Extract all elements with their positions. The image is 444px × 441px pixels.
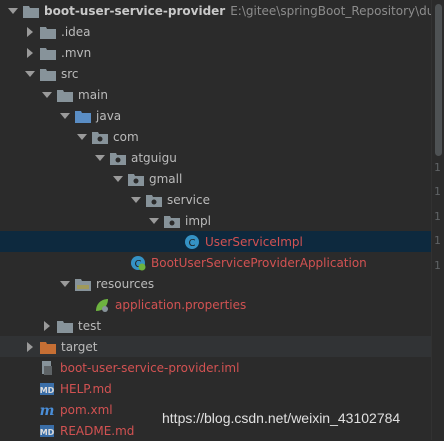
svg-text:m: m [40,403,55,418]
tree-row-user-service-impl[interactable]: C UserServiceImpl [0,231,432,252]
folder-icon [23,3,39,19]
target-folder-icon [40,339,56,355]
spring-properties-icon [94,297,110,313]
package-icon [146,192,162,208]
markdown-icon: MD [39,381,55,397]
package-icon [110,150,126,166]
project-path: E:\gitee\springBoot_Repository\dubbo [230,3,444,18]
tree-row-atguigu[interactable]: atguigu [0,147,432,168]
tree-row-service[interactable]: service [0,189,432,210]
tree-row-test[interactable]: test [0,315,432,336]
tree-label-service: service [167,192,210,207]
tree-label-impl: impl [185,213,211,228]
chevron-down-icon[interactable] [59,110,71,122]
package-icon [92,129,108,145]
chevron-down-icon[interactable] [148,215,160,227]
folder-icon [40,45,56,61]
tree-label-target: target [61,339,98,354]
tree-label-application-properties: application.properties [115,297,247,312]
tree-label-iml: boot-user-service-provider.iml [60,360,240,375]
chevron-right-icon[interactable] [24,26,36,38]
folder-icon [57,318,73,334]
scrollbar-thumb[interactable] [435,4,442,156]
chevron-down-icon[interactable] [112,173,124,185]
chevron-down-icon[interactable] [94,152,106,164]
tree-row-gmall[interactable]: gmall [0,168,432,189]
tree-label-atguigu: atguigu [131,150,177,165]
tree-row-application-properties[interactable]: application.properties [0,294,432,315]
svg-text:MD: MD [40,386,55,395]
chevron-down-icon[interactable] [7,5,19,17]
watermark: https://blog.csdn.net/weixin_43102784 [162,410,401,426]
tree-row-com[interactable]: com [0,126,432,147]
source-folder-icon [75,108,91,124]
tree-label-test: test [78,318,102,333]
tree-row-mvn[interactable]: .mvn [0,42,432,63]
tree-row-project-root[interactable]: boot-user-service-provider E:\gitee\spri… [0,0,444,21]
tree-row-help[interactable]: MD HELP.md [0,378,432,399]
tree-label-java: java [96,108,122,123]
chevron-right-icon[interactable] [24,341,36,353]
tree-label-mvn: .mvn [61,45,92,60]
chevron-down-icon[interactable] [59,278,71,290]
iml-file-icon [39,360,55,376]
tree-label-pom: pom.xml [60,402,113,417]
tree-label-help: HELP.md [60,381,112,396]
tree-row-iml[interactable]: boot-user-service-provider.iml [0,357,432,378]
tree-label-user-service-impl: UserServiceImpl [205,234,303,249]
tree-label-application-class: BootUserServiceProviderApplication [151,255,367,270]
tree-label-resources: resources [96,276,155,291]
project-name: boot-user-service-provider [44,3,226,18]
chevron-down-icon[interactable] [41,89,53,101]
editor-gutter-digit: 1 [434,259,441,272]
chevron-right-icon[interactable] [24,47,36,59]
tree-label-src: src [61,66,79,81]
editor-gutter-digit: 1 [434,185,441,198]
editor-gutter-digit: 1 [434,234,441,247]
folder-icon [40,66,56,82]
chevron-down-icon[interactable] [76,131,88,143]
tree-label-gmall: gmall [149,171,183,186]
folder-icon [57,87,73,103]
tree-row-application-class[interactable]: C BootUserServiceProviderApplication [0,252,432,273]
tree-label-com: com [113,129,139,144]
chevron-down-icon[interactable] [24,68,36,80]
tree-row-impl[interactable]: impl [0,210,432,231]
project-tree: boot-user-service-provider E:\gitee\spri… [0,0,444,440]
tree-label-idea: .idea [61,24,91,39]
tree-row-src[interactable]: src [0,63,432,84]
tree-row-resources[interactable]: resources [0,273,432,294]
editor-gutter-digit: 1 [434,161,441,174]
svg-text:MD: MD [40,428,55,437]
package-icon [128,171,144,187]
chevron-right-icon[interactable] [41,320,53,332]
tree-row-target[interactable]: target [0,336,432,357]
svg-text:C: C [189,238,196,249]
tree-row-main[interactable]: main [0,84,432,105]
editor-gutter-digit: 1 [434,210,441,223]
maven-icon: m [39,402,55,418]
tree-label-main: main [78,87,108,102]
tree-label-readme: README.md [60,423,135,438]
resource-folder-icon [75,276,91,292]
spring-boot-app-icon: C [130,255,146,271]
chevron-down-icon[interactable] [130,194,142,206]
class-icon: C [184,234,200,250]
tree-row-idea[interactable]: .idea [0,21,432,42]
folder-icon [40,24,56,40]
package-icon [164,213,180,229]
tree-row-java[interactable]: java [0,105,432,126]
markdown-icon: MD [39,423,55,439]
